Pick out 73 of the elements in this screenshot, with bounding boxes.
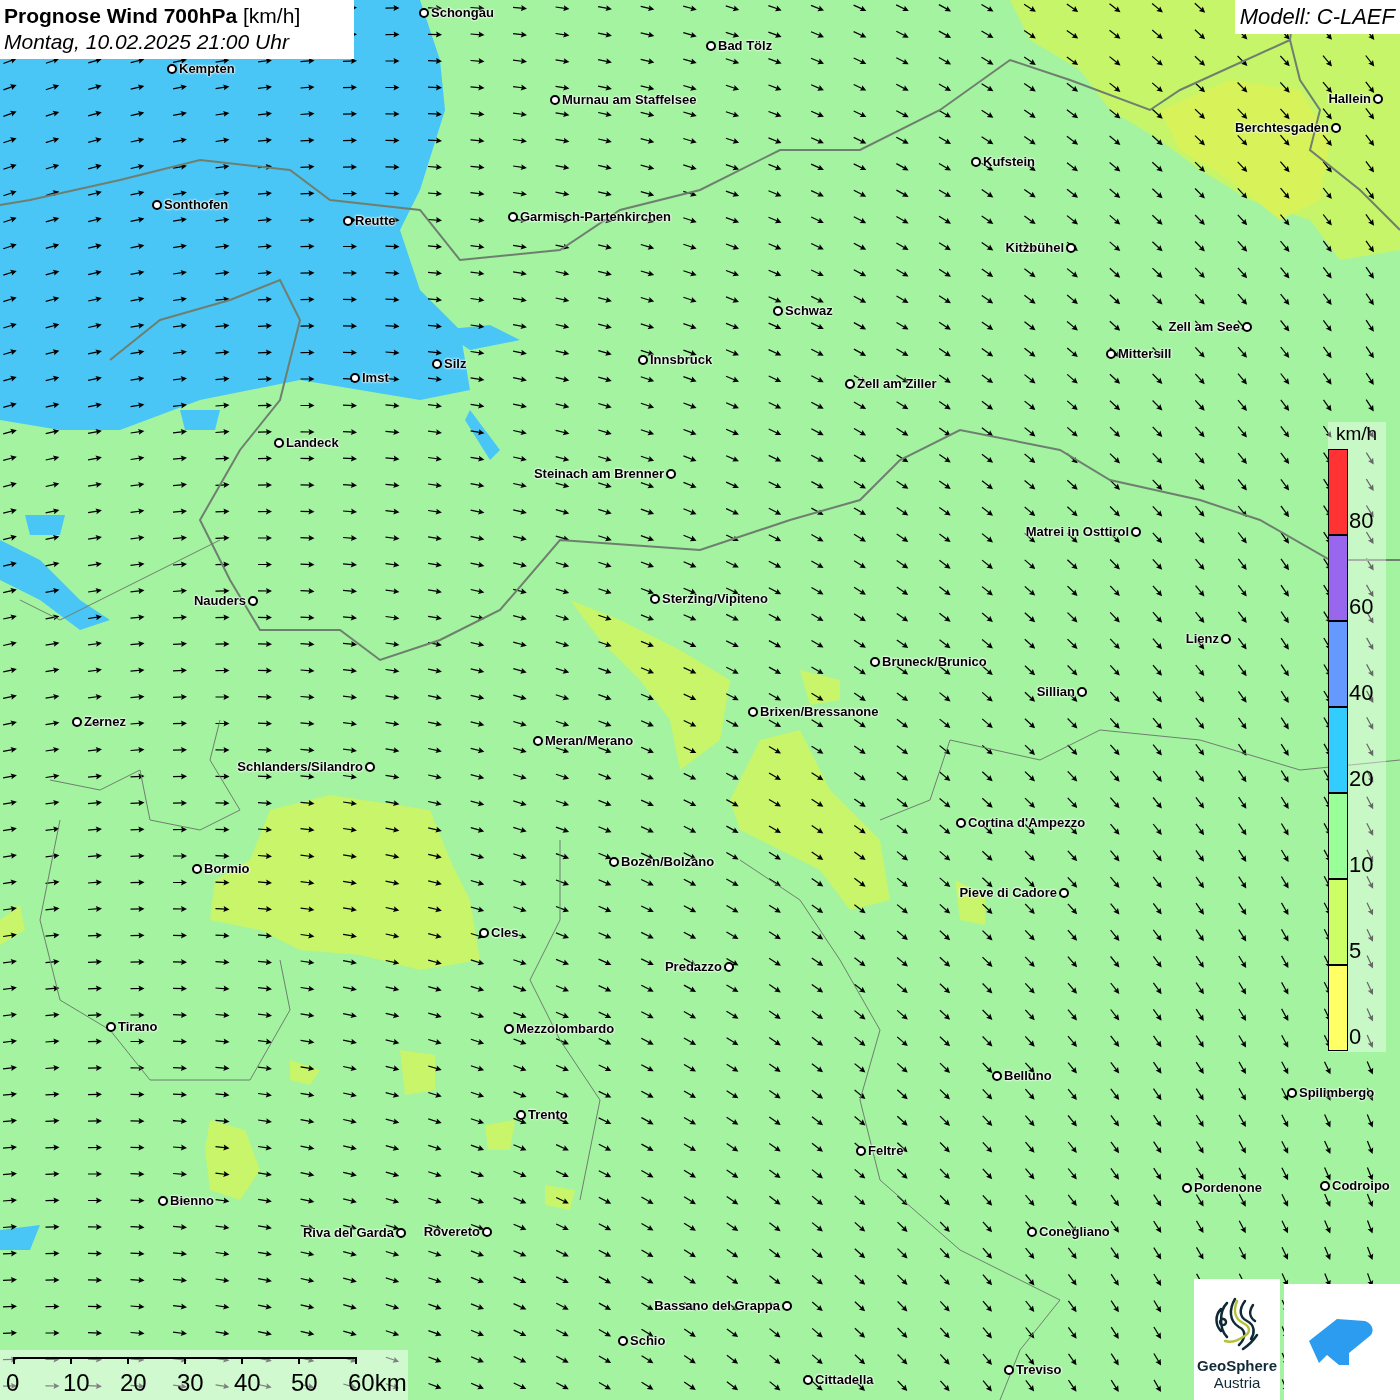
scale-label: 20 xyxy=(120,1370,147,1396)
city-label: Riva del Garda xyxy=(302,1225,394,1240)
city-label: Bienno xyxy=(170,1193,215,1208)
scale-label: 40 xyxy=(234,1370,261,1396)
logo-text: Austria xyxy=(1213,1374,1261,1391)
legend-unit: km/h xyxy=(1335,422,1379,445)
city-label: Murnau am Staffelsee xyxy=(562,92,697,107)
legend-value: 40 xyxy=(1349,681,1374,705)
city-label: Bormio xyxy=(204,861,250,876)
city-label: Sonthofen xyxy=(164,197,229,212)
city-label: Pordenone xyxy=(1194,1180,1262,1195)
city-label: Zell am Ziller xyxy=(857,376,937,391)
logo-text: GeoSphere xyxy=(1197,1357,1277,1374)
city-label: Kufstein xyxy=(983,154,1035,169)
city-label: Kitzbühel xyxy=(1005,240,1064,255)
city-label: Nauders xyxy=(193,593,246,608)
city-label: Matrei in Osttirol xyxy=(1025,524,1129,539)
legend-value: 20 xyxy=(1349,767,1374,791)
city-label: Schwaz xyxy=(785,303,833,318)
legend-value: 10 xyxy=(1349,853,1374,877)
city-label: Reutte xyxy=(355,213,396,228)
legend-value: 0 xyxy=(1349,1025,1362,1049)
city-label: Codroipo xyxy=(1332,1178,1390,1193)
city-label: Sillian xyxy=(1036,684,1075,699)
scale-label: 30 xyxy=(177,1370,204,1396)
city-label: Landeck xyxy=(286,435,339,450)
city-label: Treviso xyxy=(1016,1362,1062,1377)
city-label: Tirano xyxy=(118,1019,158,1034)
city-label: Predazzo xyxy=(664,959,722,974)
city-label: Kempten xyxy=(179,61,235,76)
city-label: Steinach am Brenner xyxy=(533,466,664,481)
city-label: Innsbruck xyxy=(650,352,713,367)
map-title: Prognose Wind 700hPa [km/h] xyxy=(4,3,302,29)
city-label: Meran/Merano xyxy=(545,733,634,748)
city-label: Garmisch-Partenkirchen xyxy=(520,209,671,224)
city-label: Pieve di Cadore xyxy=(959,885,1057,900)
city-label: Silz xyxy=(444,356,467,371)
scale-label: 10 xyxy=(63,1370,90,1396)
city-label: Cittadella xyxy=(815,1372,874,1387)
model-label: Modell: C-LAEF xyxy=(1234,0,1400,34)
city-label: Sterzing/Vipiteno xyxy=(662,591,768,606)
city-label: Berchtesgaden xyxy=(1235,120,1329,135)
legend-value: 80 xyxy=(1349,509,1374,533)
city-label: Feltre xyxy=(868,1143,904,1158)
city-label: Bozen/Bolzano xyxy=(621,854,715,869)
city-label: Imst xyxy=(362,370,389,385)
city-label: Trento xyxy=(528,1107,568,1122)
scale-label: 60km xyxy=(348,1370,407,1396)
city-label: Bad Tölz xyxy=(718,38,773,53)
forecast-time: Montag, 10.02.2025 21:00 Uhr xyxy=(4,29,291,55)
scale-label: 0 xyxy=(6,1370,20,1396)
city-label: Lienz xyxy=(1185,631,1219,646)
app-logo[interactable] xyxy=(1284,1284,1400,1400)
chevron-cloud-icon xyxy=(1309,1319,1375,1365)
city-label: Schlanders/Silandro xyxy=(237,759,363,774)
city-label: Mezzolombardo xyxy=(516,1021,615,1036)
legend-value: 5 xyxy=(1349,939,1362,963)
city-label: Rovereto xyxy=(423,1224,480,1239)
city-label: Schio xyxy=(630,1333,666,1348)
geosphere-logo[interactable]: GeoSphere Austria xyxy=(1194,1279,1280,1400)
city-label: Schongau xyxy=(431,5,494,20)
city-label: Cortina d'Ampezzo xyxy=(968,815,1086,830)
city-label: Mittersill xyxy=(1118,346,1172,361)
city-label: Conegliano xyxy=(1039,1224,1110,1239)
city-label: Zell am See xyxy=(1168,319,1240,334)
city-label: Zernez xyxy=(84,714,126,729)
city-label: Hallein xyxy=(1328,91,1371,106)
city-label: Belluno xyxy=(1004,1068,1052,1083)
legend-value: 60 xyxy=(1349,595,1374,619)
scale-label: 50 xyxy=(291,1370,318,1396)
city-label: Cles xyxy=(491,925,519,940)
city-label: Brixen/Bressanone xyxy=(760,704,879,719)
city-label: Bruneck/Brunico xyxy=(882,654,987,669)
